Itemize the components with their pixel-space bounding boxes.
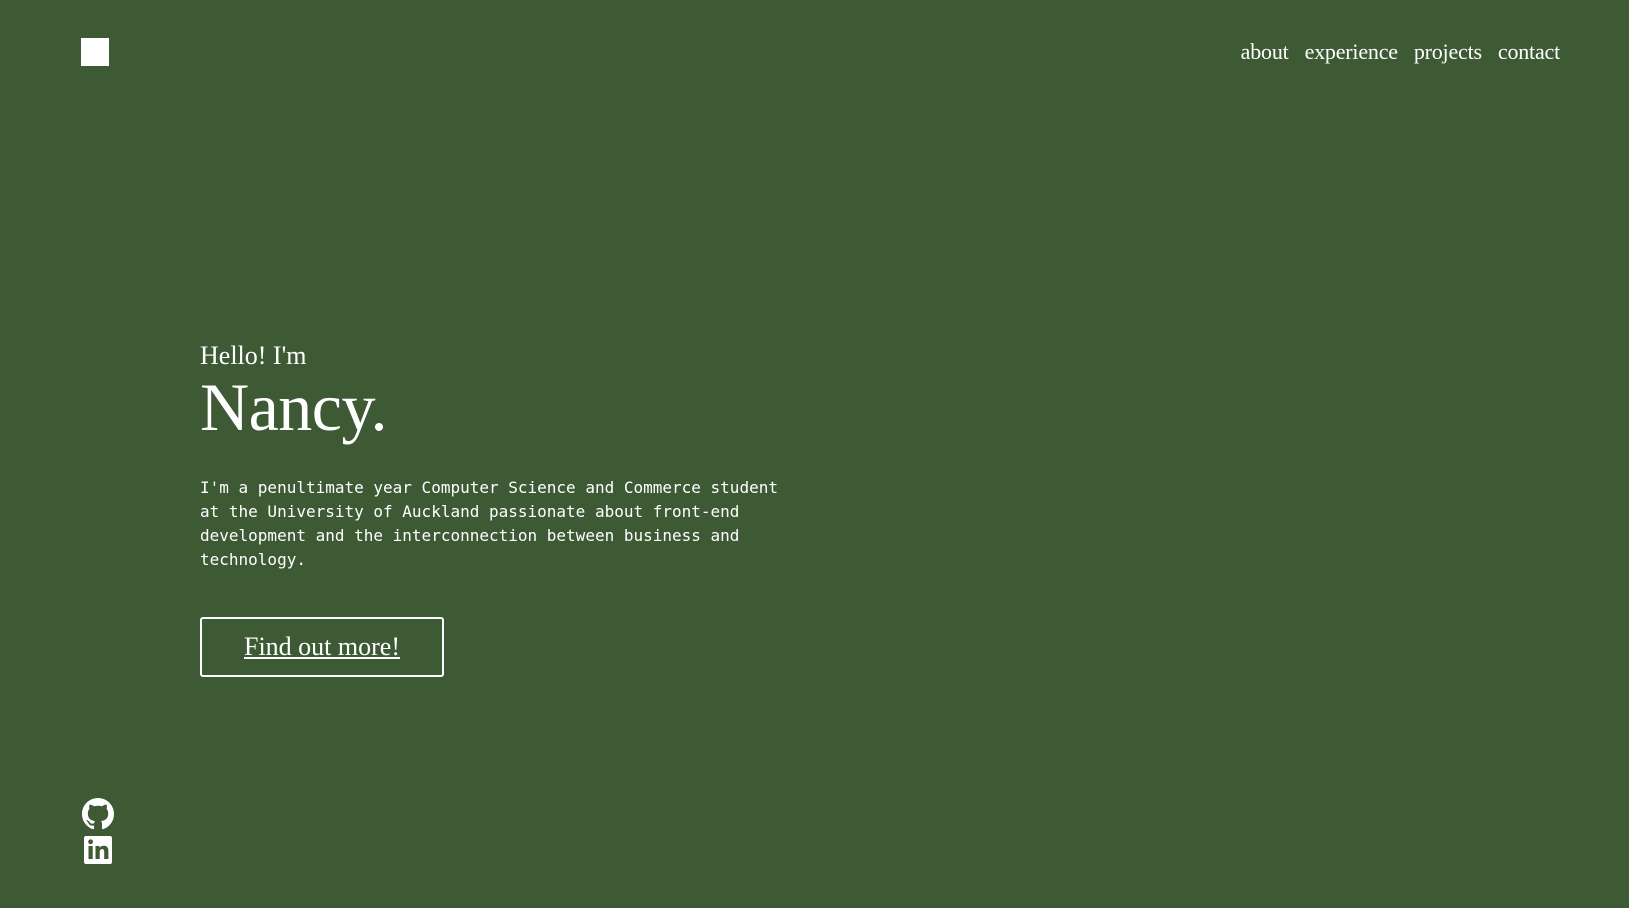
nav-contact[interactable]: contact (1498, 38, 1560, 66)
logo-square-icon[interactable] (81, 38, 109, 66)
social-links (82, 798, 114, 866)
nav-projects[interactable]: projects (1414, 38, 1482, 66)
hero-name: Nancy. (200, 369, 388, 445)
github-icon[interactable] (82, 798, 114, 830)
main-nav: about experience projects contact (1241, 38, 1561, 66)
nav-about[interactable]: about (1241, 38, 1289, 66)
hero-section: Hello! I'm Nancy. I'm a penultimate year… (200, 340, 800, 572)
hero-description: I'm a penultimate year Computer Science … (200, 478, 778, 569)
nav-experience[interactable]: experience (1305, 38, 1398, 66)
linkedin-icon[interactable] (82, 834, 114, 866)
greeting-text: Hello! I'm (200, 341, 307, 370)
find-out-more-button[interactable]: Find out more! (200, 617, 444, 677)
